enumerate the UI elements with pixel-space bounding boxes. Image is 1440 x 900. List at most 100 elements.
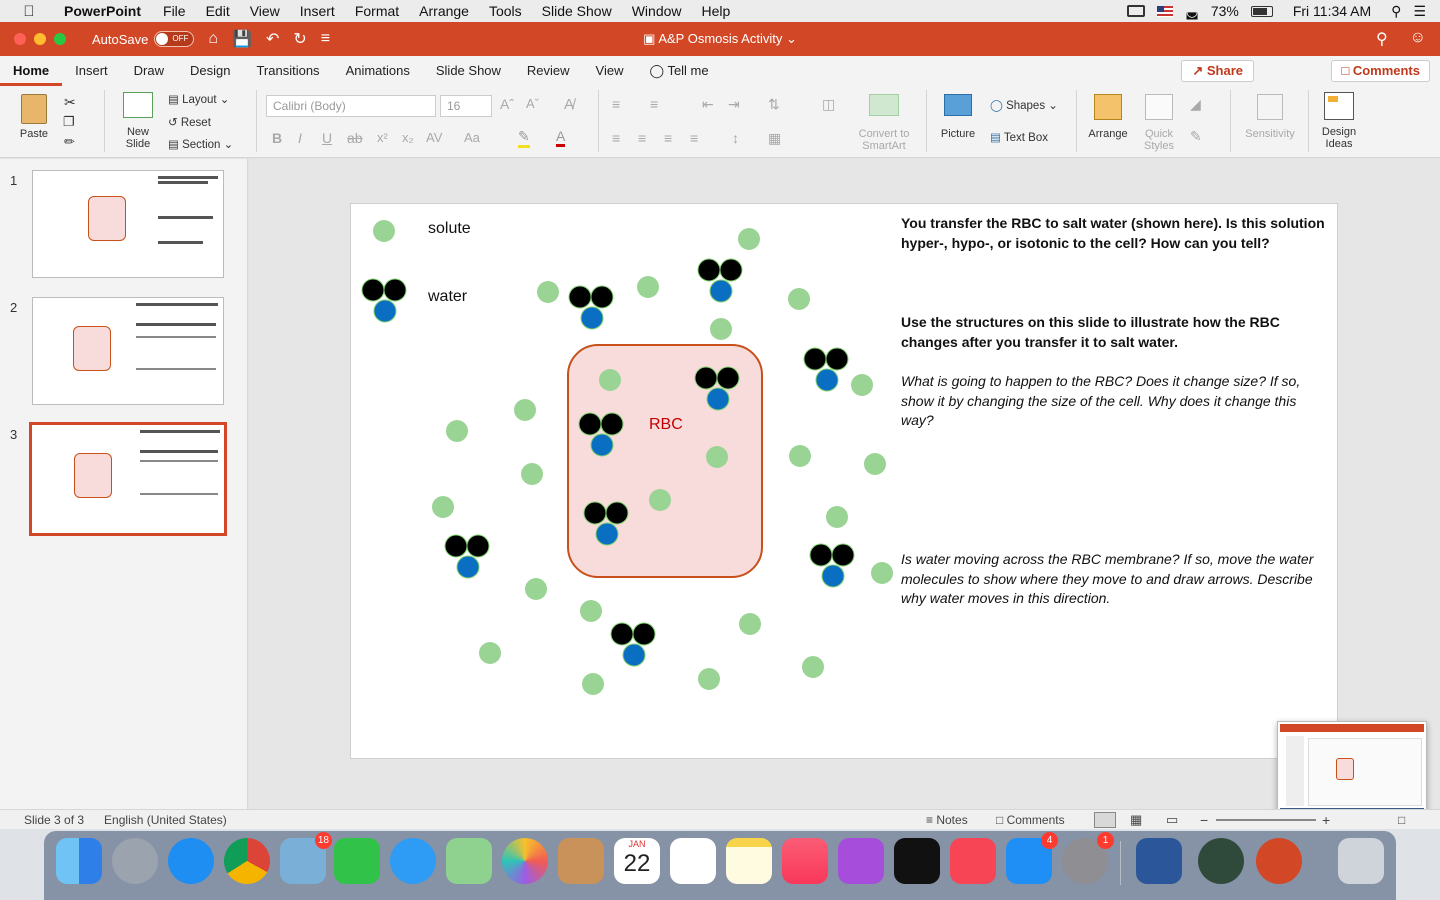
text-direction-icon[interactable]: ↕ [732, 130, 739, 146]
arrange-button[interactable]: Arrange [1086, 94, 1130, 140]
home-icon[interactable]: ⌂ [208, 30, 218, 48]
align-center-icon[interactable]: ≡ [638, 130, 646, 146]
comments-status-button[interactable]: □ Comments [996, 813, 1065, 827]
app-menu-powerpoint[interactable]: PowerPoint [64, 3, 141, 19]
notification-center-icon[interactable]: ☰ [1413, 3, 1426, 20]
layout-button[interactable]: ▤ Layout ⌄ [168, 92, 229, 106]
new-slide-button[interactable]: New Slide [116, 92, 160, 150]
tab-draw[interactable]: Draw [121, 56, 177, 86]
reset-button[interactable]: ↺ Reset [168, 115, 211, 129]
tab-transitions[interactable]: Transitions [243, 56, 332, 86]
text-box-button[interactable]: ▤ Text Box [990, 130, 1048, 144]
quick-styles-button[interactable]: Quick Styles [1140, 94, 1178, 152]
question-tonicity[interactable]: You transfer the RBC to salt water (show… [901, 214, 1335, 253]
sensitivity-button[interactable]: Sensitivity [1240, 94, 1300, 140]
font-size-select[interactable]: 16 [440, 95, 492, 117]
language-status[interactable]: English (United States) [104, 813, 227, 827]
zoom-out-icon[interactable]: − [1200, 812, 1208, 828]
picture-button[interactable]: Picture [936, 94, 980, 140]
solute-molecule[interactable] [864, 453, 886, 475]
browser-app-icon[interactable] [1198, 838, 1244, 884]
convert-smartart-button[interactable]: Convert to SmartArt [852, 94, 916, 152]
airplay-icon[interactable] [1127, 5, 1146, 17]
change-case-icon[interactable]: Aa [464, 130, 480, 145]
font-color-icon[interactable]: A [556, 128, 566, 147]
slide-thumbnail-1[interactable] [32, 170, 224, 278]
normal-view-icon[interactable] [1094, 811, 1116, 828]
maps-icon[interactable] [446, 838, 492, 884]
app-store-icon[interactable]: 4 [1006, 832, 1058, 884]
share-button[interactable]: ↗ Share [1181, 60, 1254, 82]
subscript-icon[interactable]: x₂ [402, 130, 414, 145]
calendar-icon[interactable]: JAN 22 [614, 838, 660, 884]
paste-button[interactable]: Paste [14, 94, 54, 140]
tab-animations[interactable]: Animations [333, 56, 423, 86]
water-molecule[interactable] [568, 285, 614, 330]
format-painter-icon[interactable]: ✏ [64, 134, 75, 150]
save-icon[interactable]: 💾 [232, 29, 252, 49]
photos-icon[interactable] [502, 838, 548, 884]
clear-format-icon[interactable]: A̸ [564, 96, 574, 113]
menu-insert[interactable]: Insert [300, 3, 335, 19]
question-rbc-size[interactable]: What is going to happen to the RBC? Does… [901, 372, 1331, 431]
wifi-icon[interactable]: ◛ [1185, 3, 1199, 20]
autosave-toggle[interactable]: OFF [154, 31, 195, 47]
music-icon[interactable] [782, 838, 828, 884]
increase-font-icon[interactable]: Aˆ [500, 96, 514, 112]
menu-edit[interactable]: Edit [206, 3, 230, 19]
slide-sorter-icon[interactable]: ▦ [1130, 812, 1142, 828]
superscript-icon[interactable]: x² [377, 130, 388, 145]
clock[interactable]: Fri 11:34 AM [1293, 3, 1371, 19]
columns-icon[interactable]: ◫ [822, 96, 835, 113]
water-molecule[interactable] [610, 622, 656, 667]
notes-button[interactable]: ≡ Notes [926, 813, 968, 827]
decrease-indent-icon[interactable]: ⇤ [702, 96, 714, 113]
solute-molecule[interactable] [582, 673, 604, 695]
launchpad-icon[interactable] [112, 838, 158, 884]
decrease-font-icon[interactable]: Aˇ [526, 96, 539, 111]
copy-icon[interactable]: ❐ [63, 114, 75, 130]
solute-molecule[interactable] [637, 276, 659, 298]
water-molecule[interactable] [361, 278, 407, 323]
tab-view[interactable]: View [583, 56, 637, 86]
numbering-icon[interactable]: ≡ [650, 96, 658, 112]
solute-molecule[interactable] [738, 228, 760, 250]
bullets-icon[interactable]: ≡ [612, 96, 620, 112]
solute-molecule[interactable] [599, 369, 621, 391]
solute-molecule[interactable] [789, 445, 811, 467]
underline-icon[interactable]: U [322, 130, 332, 146]
customize-toolbar-icon[interactable]: ≡ [321, 30, 330, 48]
shapes-button[interactable]: ◯ Shapes ⌄ [990, 98, 1058, 112]
solute-molecule[interactable] [698, 668, 720, 690]
apple-menu-icon[interactable]:  [20, 2, 38, 20]
zoom-in-icon[interactable]: + [1322, 812, 1330, 828]
solute-molecule[interactable] [871, 562, 893, 584]
zoom-slider[interactable] [1216, 819, 1316, 821]
solute-molecule[interactable] [373, 220, 395, 242]
solute-molecule[interactable] [537, 281, 559, 303]
menu-view[interactable]: View [250, 3, 280, 19]
menu-file[interactable]: File [163, 3, 186, 19]
tab-design[interactable]: Design [177, 56, 243, 86]
solute-molecule[interactable] [851, 374, 873, 396]
reminders-icon[interactable] [670, 838, 716, 884]
tell-me[interactable]: ◯ Tell me [637, 56, 722, 86]
menu-arrange[interactable]: Arrange [419, 3, 469, 19]
align-right-icon[interactable]: ≡ [664, 130, 672, 146]
facetime-icon[interactable] [334, 838, 380, 884]
menu-format[interactable]: Format [355, 3, 399, 19]
solute-molecule[interactable] [521, 463, 543, 485]
water-molecule[interactable] [444, 534, 490, 579]
podcasts-icon[interactable] [838, 838, 884, 884]
cut-icon[interactable]: ✂ [64, 94, 76, 111]
bold-icon[interactable]: B [272, 130, 282, 146]
battery-icon[interactable] [1250, 5, 1273, 17]
highlight-icon[interactable]: ✎ [518, 128, 530, 148]
solute-molecule[interactable] [446, 420, 468, 442]
slide-thumbnail-2[interactable] [32, 297, 224, 405]
menu-help[interactable]: Help [702, 3, 731, 19]
contacts-icon[interactable] [558, 838, 604, 884]
news-icon[interactable] [950, 838, 996, 884]
tab-slide-show[interactable]: Slide Show [423, 56, 514, 86]
tab-insert[interactable]: Insert [62, 56, 121, 86]
